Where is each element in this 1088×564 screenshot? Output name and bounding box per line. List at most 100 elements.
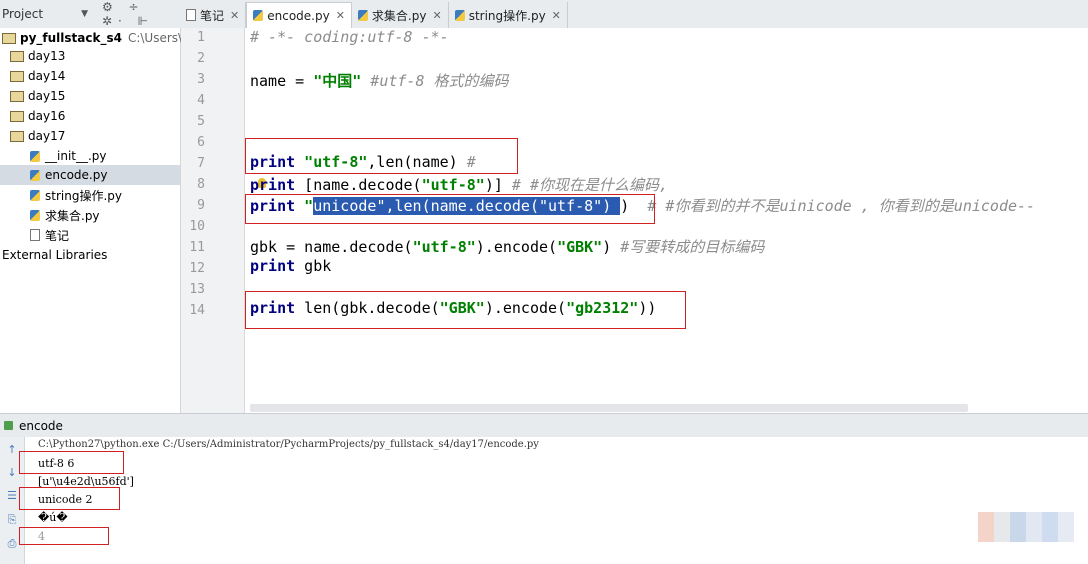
code-text: ).encode( xyxy=(475,238,558,256)
line-number: 14 xyxy=(189,303,205,318)
annotation-box xyxy=(245,138,518,174)
soft-wrap-icon[interactable]: ☰ xyxy=(5,489,19,503)
editor-tabs: 笔记 ✕ encode.py ✕ 求集合.py ✕ string操作.py ✕ xyxy=(180,2,568,28)
project-dropdown-icon[interactable]: ▼ xyxy=(81,9,88,19)
comment: # -*- coding:utf-8 -*- xyxy=(250,28,449,46)
line-number: 9 xyxy=(197,198,205,213)
comment: #utf-8 格式的编码 xyxy=(361,72,509,90)
code-text: name = xyxy=(250,72,314,90)
code-line-12: print gbk xyxy=(250,257,331,275)
tree-file-encode[interactable]: encode.py xyxy=(0,165,180,185)
horizontal-scrollbar[interactable] xyxy=(250,404,968,412)
watermark-block xyxy=(994,512,1010,542)
folder-icon xyxy=(10,70,24,82)
line-number: 4 xyxy=(197,93,205,108)
line-number: 8 xyxy=(197,177,205,192)
output-line: C:\Python27\python.exe C:/Users/Administ… xyxy=(38,439,539,450)
line-number: 12 xyxy=(189,261,205,276)
line-number: 3 xyxy=(197,72,205,87)
print-icon[interactable]: ⎙ xyxy=(5,537,19,551)
tree-external-libraries[interactable]: External Libraries xyxy=(2,245,107,265)
tree-file-set[interactable]: 求集合.py xyxy=(30,205,100,225)
run-output[interactable]: C:\Python27\python.exe C:/Users/Administ… xyxy=(19,437,1088,564)
scroll-down-icon[interactable]: ↓ xyxy=(5,466,19,480)
comment: # #你现在是什么编码, xyxy=(511,176,669,194)
string-literal: "中国" xyxy=(313,72,362,90)
folder-label: day15 xyxy=(28,89,66,103)
close-icon[interactable]: ✕ xyxy=(552,9,561,22)
root-name: py_fullstack_s4 xyxy=(20,31,122,45)
tab-encode[interactable]: encode.py ✕ xyxy=(246,2,352,28)
run-title: encode xyxy=(19,418,63,433)
code-editor[interactable]: # -*- coding:utf-8 -*- name = "中国" #utf-… xyxy=(245,28,1088,413)
top-bar: Project ▼ ⚙ ÷ ✲· ⊩ 笔记 ✕ encode.py ✕ 求集合.… xyxy=(0,0,1088,29)
tab-string-ops[interactable]: string操作.py ✕ xyxy=(449,2,568,28)
file-label: string操作.py xyxy=(45,188,122,203)
code-text: [name.decode( xyxy=(295,176,422,194)
folder-icon xyxy=(10,90,24,102)
annotation-box xyxy=(19,451,124,474)
note-file-icon xyxy=(30,229,40,241)
string-literal: "utf-8" xyxy=(421,176,485,194)
folder-icon xyxy=(10,110,24,122)
folder-label: day13 xyxy=(28,49,66,63)
project-label: Project xyxy=(2,7,44,21)
python-file-icon xyxy=(30,169,40,181)
file-label: __init__.py xyxy=(45,149,107,163)
code-line-11: gbk = name.decode("utf-8").encode("GBK")… xyxy=(250,236,764,257)
folder-icon xyxy=(10,50,24,62)
tree-folder-day14[interactable]: day14 xyxy=(10,66,65,86)
tab-label: 笔记 xyxy=(200,8,225,23)
tab-set[interactable]: 求集合.py ✕ xyxy=(352,2,449,28)
python-file-icon xyxy=(253,10,264,21)
close-icon[interactable]: ✕ xyxy=(432,9,441,22)
keyword: print xyxy=(250,176,296,194)
comment: #写要转成的目标编码 xyxy=(620,238,765,256)
close-icon[interactable]: ✕ xyxy=(230,9,239,22)
tree-folder-day13[interactable]: day13 xyxy=(10,46,65,66)
scroll-to-end-icon[interactable]: ⎘ xyxy=(5,513,19,527)
tab-label: encode.py xyxy=(267,8,330,23)
string-literal: "utf-8" xyxy=(412,238,476,256)
output-line: �ú� xyxy=(38,511,68,524)
code-text: gbk = name.decode( xyxy=(250,238,413,256)
code-line-3: name = "中国" #utf-8 格式的编码 xyxy=(250,70,509,91)
python-file-icon xyxy=(30,209,40,221)
tree-folder-day16[interactable]: day16 xyxy=(10,106,65,126)
project-tree: py_fullstack_s4 C:\Users\Admi day13 day1… xyxy=(0,28,213,413)
code-text: ) xyxy=(602,238,621,256)
python-file-icon xyxy=(357,9,368,21)
line-number: 1 xyxy=(197,30,205,45)
watermark-block xyxy=(978,512,994,542)
tab-notes[interactable]: 笔记 ✕ xyxy=(180,2,247,28)
folder-icon xyxy=(10,130,24,142)
run-icon xyxy=(4,421,13,430)
code-text: )] xyxy=(484,176,512,194)
tree-file-init[interactable]: __init__.py xyxy=(30,146,107,166)
line-number: 7 xyxy=(197,156,205,171)
line-number: 6 xyxy=(197,135,205,150)
annotation-box xyxy=(245,291,686,329)
tree-file-string-ops[interactable]: string操作.py xyxy=(30,185,122,205)
watermark-block xyxy=(1058,512,1074,542)
external-libraries-label: External Libraries xyxy=(2,248,108,262)
project-header[interactable]: Project ▼ ⚙ ÷ ✲· ⊩ xyxy=(0,0,180,28)
string-literal: "GBK" xyxy=(557,238,603,256)
tree-folder-day15[interactable]: day15 xyxy=(10,86,65,106)
scroll-up-icon[interactable]: ↑ xyxy=(5,443,19,457)
code-line-1: # -*- coding:utf-8 -*- xyxy=(250,28,449,46)
code-text: gbk xyxy=(295,257,332,275)
folder-label: day17 xyxy=(28,129,66,143)
file-label: 求集合.py xyxy=(45,208,100,223)
close-icon[interactable]: ✕ xyxy=(336,9,345,22)
line-number: 13 xyxy=(189,282,205,297)
project-toolbar-icons[interactable]: ⚙ ÷ ✲· ⊩ xyxy=(102,0,180,28)
file-label: 笔记 xyxy=(45,228,70,243)
annotation-box xyxy=(19,487,120,510)
line-number: 2 xyxy=(197,51,205,66)
run-panel-header: encode xyxy=(0,413,1088,438)
line-number: 5 xyxy=(197,114,205,129)
tab-label: 求集合.py xyxy=(371,8,427,23)
tree-file-notes[interactable]: 笔记 xyxy=(30,225,69,245)
tree-folder-day17[interactable]: day17 xyxy=(10,126,65,146)
